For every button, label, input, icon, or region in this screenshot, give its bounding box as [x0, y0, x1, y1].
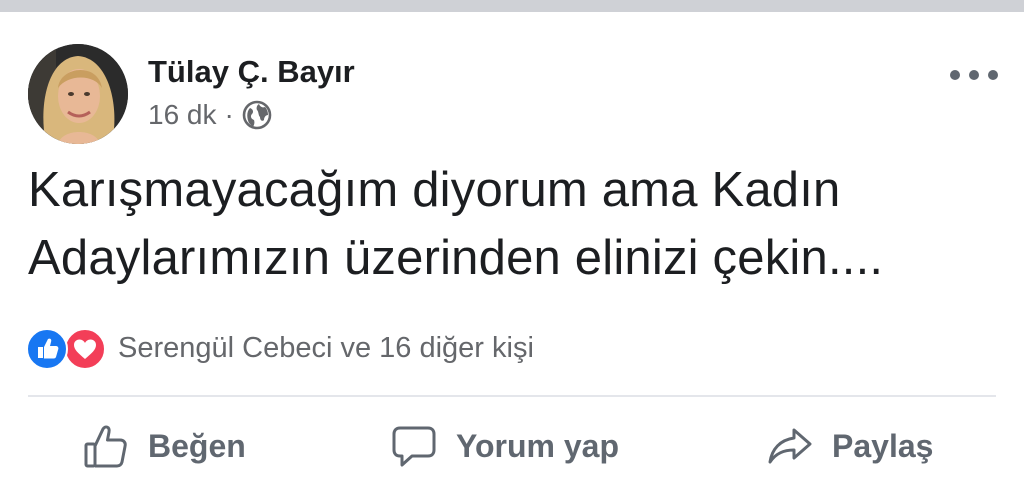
divider — [28, 395, 996, 397]
top-strip — [0, 0, 1024, 12]
more-dot — [988, 70, 998, 80]
comment-icon — [390, 422, 438, 470]
reaction-summary-text[interactable]: Serengül Cebeci ve 16 diğer kişi — [118, 332, 534, 365]
post-time[interactable]: 16 dk — [148, 99, 217, 131]
thumbs-up-icon — [82, 422, 130, 470]
like-label: Beğen — [148, 427, 246, 464]
share-button[interactable]: Paylaş — [766, 420, 933, 472]
share-arrow-icon — [766, 422, 814, 470]
post-text-line: Adaylarımızın üzerinden elinizi çekin...… — [28, 231, 884, 285]
comment-button[interactable]: Yorum yap — [390, 420, 619, 472]
love-reaction-icon — [64, 328, 106, 370]
more-dot — [950, 70, 960, 80]
globe-icon — [242, 100, 272, 130]
more-dot — [969, 70, 979, 80]
post-text-line: Karışmayacağım diyorum ama Kadın — [28, 163, 841, 217]
comment-label: Yorum yap — [456, 427, 619, 464]
author-name[interactable]: Tülay Ç. Bayır — [148, 54, 355, 90]
avatar-image — [28, 44, 128, 144]
avatar[interactable] — [28, 44, 128, 144]
post-meta: 16 dk · — [148, 98, 272, 132]
reactions-summary[interactable]: Serengül Cebeci ve 16 diğer kişi — [26, 328, 534, 370]
more-options-button[interactable] — [950, 64, 998, 86]
post-text: Karışmayacağım diyorum ama Kadın Adaylar… — [28, 156, 998, 292]
like-button[interactable]: Beğen — [82, 420, 246, 472]
reaction-icons — [26, 328, 110, 370]
like-reaction-icon — [26, 328, 68, 370]
share-label: Paylaş — [832, 427, 934, 464]
meta-separator: · — [224, 99, 234, 130]
